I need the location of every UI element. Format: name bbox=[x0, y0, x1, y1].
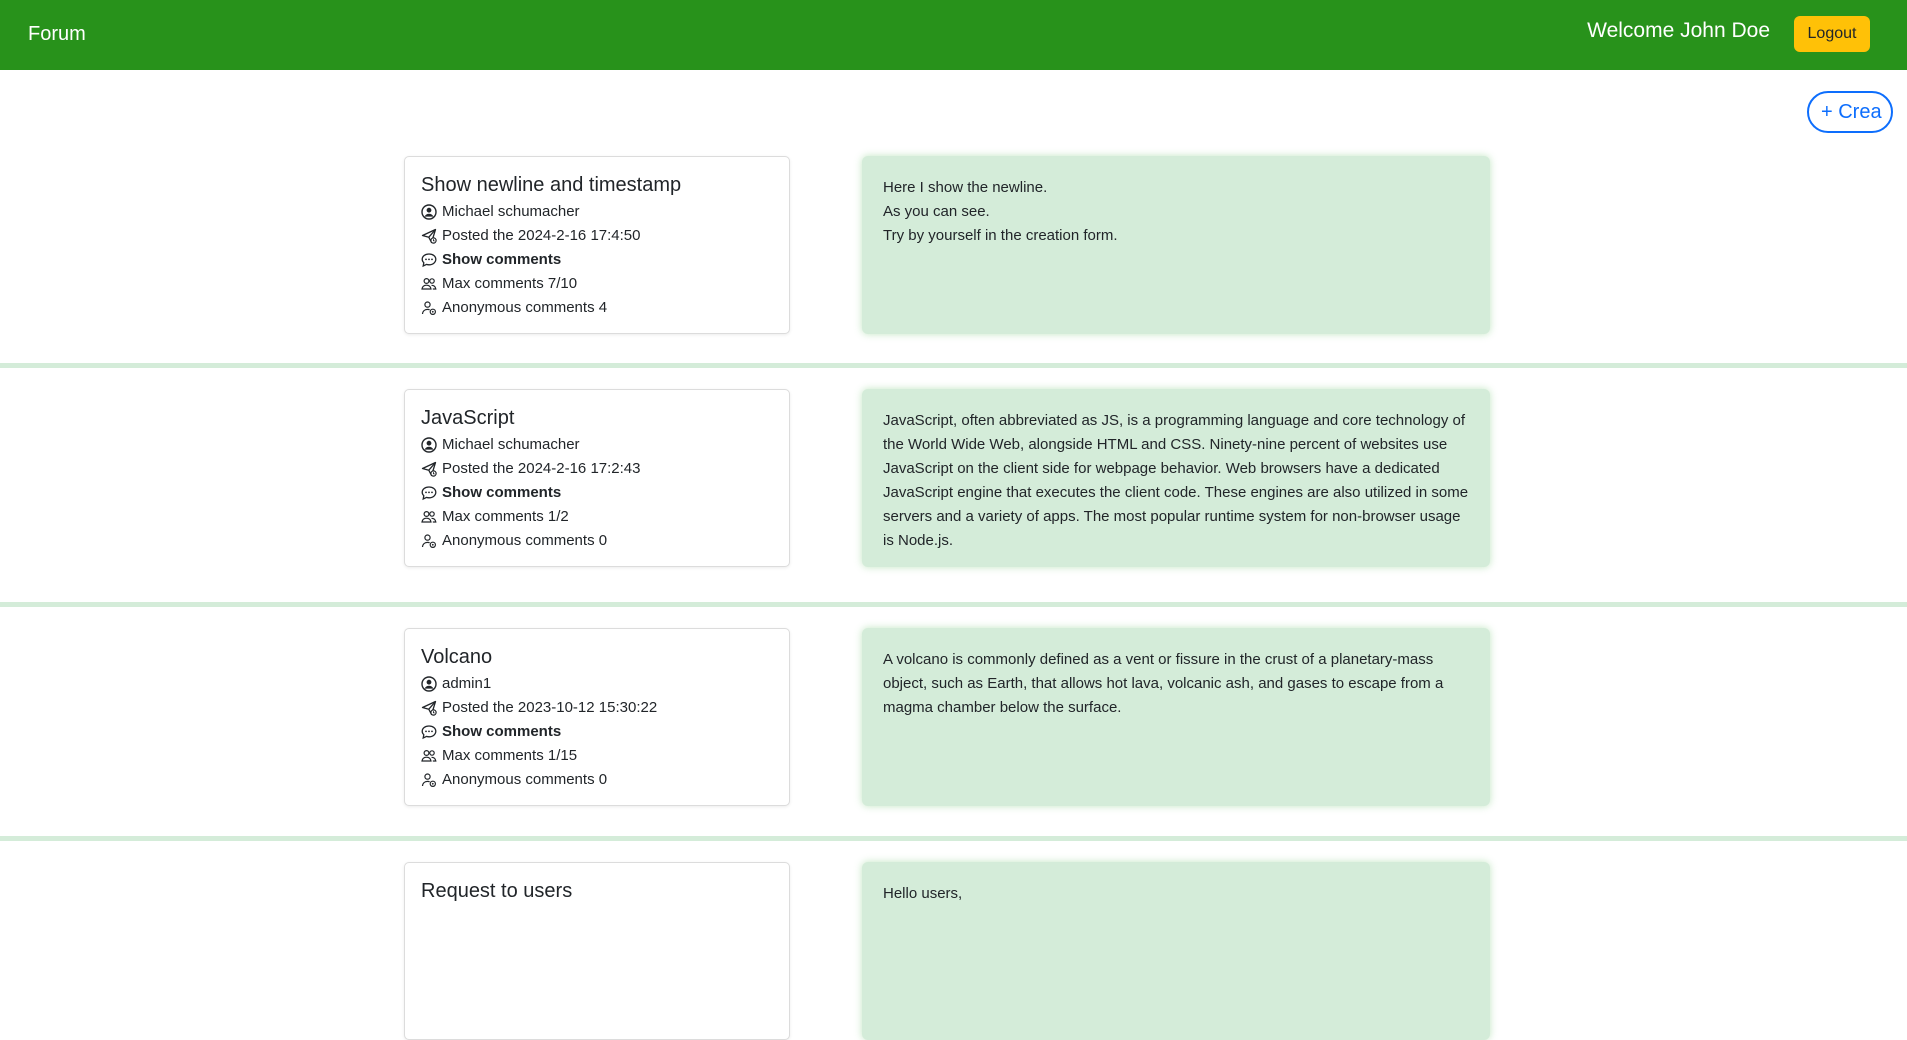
post-meta-card: Show newline and timestamp Michael schum… bbox=[404, 156, 790, 334]
post-body-text: Here I show the newline. As you can see.… bbox=[883, 179, 1118, 244]
anonymous-comments: Anonymous comments 0 bbox=[442, 532, 608, 549]
post-body-text: JavaScript, often abbreviated as JS, is … bbox=[883, 412, 1469, 549]
max-comments: Max comments 1/2 bbox=[442, 508, 569, 525]
post-body-text: Hello users, bbox=[883, 885, 963, 902]
post-timestamp: Posted the 2024-2-16 17:4:50 bbox=[442, 227, 641, 244]
person-circle-icon bbox=[421, 437, 437, 453]
create-post-button[interactable]: + Crea bbox=[1807, 91, 1893, 133]
post-meta-card: Volcano admin1 Posted the 2023-10-12 15:… bbox=[404, 628, 790, 806]
post-body-text: A volcano is commonly defined as a vent … bbox=[883, 651, 1444, 716]
post-author: Michael schumacher bbox=[442, 203, 580, 220]
show-comments-label: Show comments bbox=[442, 251, 562, 268]
show-comments-link[interactable]: Show comments bbox=[421, 720, 773, 744]
max-comments-line: Max comments 7/10 bbox=[421, 272, 773, 296]
post-title: Request to users bbox=[421, 880, 573, 902]
anonymous-comments-line: Anonymous comments 4 bbox=[421, 296, 773, 320]
post-separator bbox=[0, 836, 1907, 841]
post-meta-card: JavaScript Michael schumacher Posted the… bbox=[404, 389, 790, 567]
show-comments-link[interactable]: Show comments bbox=[421, 481, 773, 505]
show-comments-label: Show comments bbox=[442, 484, 562, 501]
chat-icon bbox=[421, 253, 437, 268]
send-icon bbox=[421, 228, 437, 244]
max-comments: Max comments 1/15 bbox=[442, 747, 578, 764]
anonymous-comments-line: Anonymous comments 0 bbox=[421, 529, 773, 553]
anonymous-comments-line: Anonymous comments 0 bbox=[421, 768, 773, 792]
author-line: Michael schumacher bbox=[421, 200, 773, 224]
show-comments-label: Show comments bbox=[442, 723, 562, 740]
post-body: Here I show the newline. As you can see.… bbox=[862, 156, 1490, 334]
people-icon bbox=[421, 510, 437, 523]
posted-line: Posted the 2024-2-16 17:4:50 bbox=[421, 224, 773, 248]
logout-button[interactable]: Logout bbox=[1794, 16, 1870, 52]
chat-icon bbox=[421, 725, 437, 740]
welcome-text: Welcome John Doe bbox=[1587, 19, 1770, 42]
posted-line: Posted the 2024-2-16 17:2:43 bbox=[421, 457, 773, 481]
anonymous-comments: Anonymous comments 4 bbox=[442, 299, 608, 316]
person-gear-icon bbox=[421, 534, 437, 549]
person-circle-icon bbox=[421, 676, 437, 692]
send-icon bbox=[421, 461, 437, 477]
post-timestamp: Posted the 2023-10-12 15:30:22 bbox=[442, 699, 658, 716]
post-body: Hello users, bbox=[862, 862, 1490, 1040]
post-title: JavaScript bbox=[421, 407, 515, 429]
post-title: Show newline and timestamp bbox=[421, 174, 682, 196]
max-comments-line: Max comments 1/15 bbox=[421, 744, 773, 768]
send-icon bbox=[421, 700, 437, 716]
author-line: admin1 bbox=[421, 672, 773, 696]
post-timestamp: Posted the 2024-2-16 17:2:43 bbox=[442, 460, 641, 477]
post-title: Volcano bbox=[421, 646, 493, 668]
navbar: Forum Welcome John Doe Logout bbox=[0, 0, 1907, 70]
post-body: A volcano is commonly defined as a vent … bbox=[862, 628, 1490, 806]
person-gear-icon bbox=[421, 773, 437, 788]
people-icon bbox=[421, 749, 437, 762]
chat-icon bbox=[421, 486, 437, 501]
person-gear-icon bbox=[421, 301, 437, 316]
post-meta-card: Request to users bbox=[404, 862, 790, 1040]
post-separator bbox=[0, 363, 1907, 368]
post-body: JavaScript, often abbreviated as JS, is … bbox=[862, 389, 1490, 567]
max-comments-line: Max comments 1/2 bbox=[421, 505, 773, 529]
post-separator bbox=[0, 602, 1907, 607]
brand-link[interactable]: Forum bbox=[28, 23, 86, 46]
author-line: Michael schumacher bbox=[421, 433, 773, 457]
post-author: Michael schumacher bbox=[442, 436, 580, 453]
show-comments-link[interactable]: Show comments bbox=[421, 248, 773, 272]
posted-line: Posted the 2023-10-12 15:30:22 bbox=[421, 696, 773, 720]
max-comments: Max comments 7/10 bbox=[442, 275, 578, 292]
person-circle-icon bbox=[421, 204, 437, 220]
people-icon bbox=[421, 277, 437, 290]
anonymous-comments: Anonymous comments 0 bbox=[442, 771, 608, 788]
post-author: admin1 bbox=[442, 675, 492, 692]
